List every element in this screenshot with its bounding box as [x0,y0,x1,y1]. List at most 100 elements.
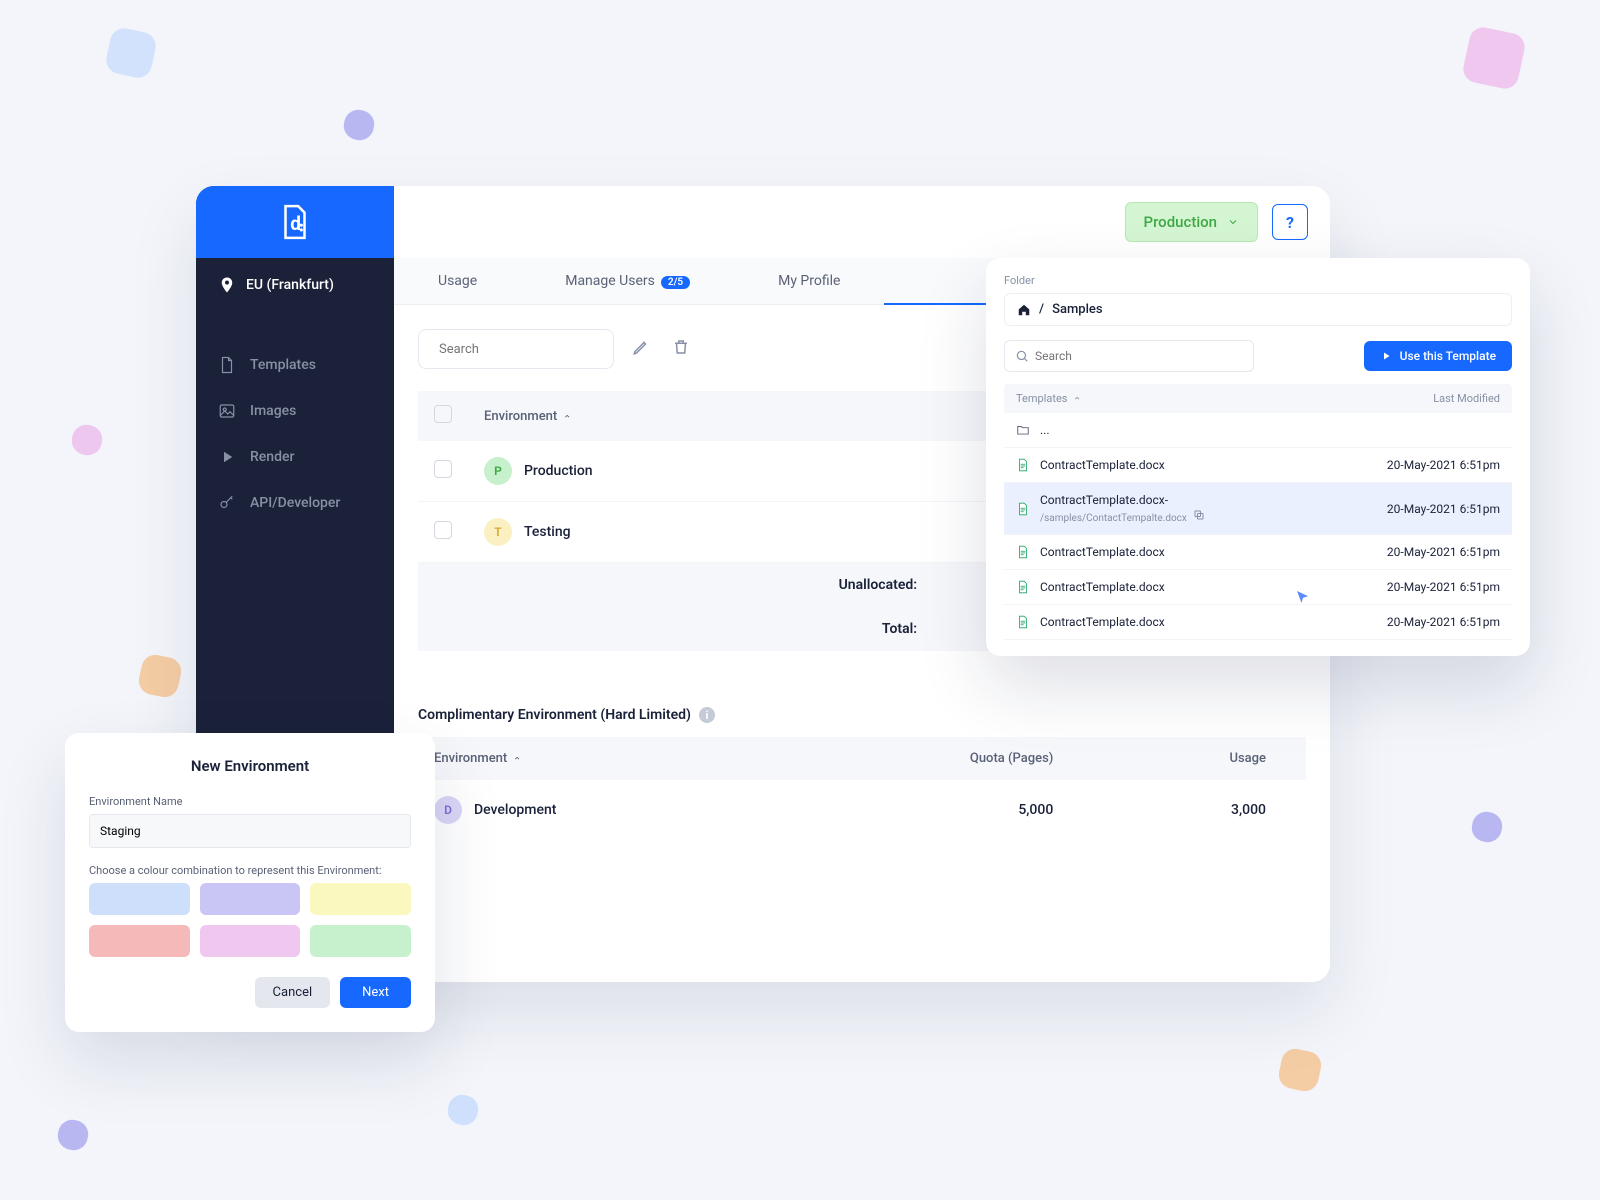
col-usage: Usage [1093,737,1306,780]
file-row[interactable]: ContractTemplate.docx- /samples/ContactTe… [1004,483,1512,535]
bg-shape [55,1117,91,1153]
region-selector[interactable]: EU (Frankfurt) [196,258,394,312]
topbar: Production ? [394,186,1330,258]
file-date: 20-May-2021 6:51pm [1387,502,1500,516]
tab-manage-users[interactable]: Manage Users2/5 [521,258,734,304]
file-row[interactable]: ContractTemplate.docx20-May-2021 6:51pm [1004,570,1512,605]
file-row[interactable]: ContractTemplate.docx 20-May-2021 6:51pm [1004,535,1512,570]
tab-badge: 2/5 [661,276,690,289]
row-checkbox[interactable] [434,521,452,539]
header-label: Environment [434,751,507,766]
col-environment[interactable]: Environment⌄ [468,391,933,441]
file-name: ContractTemplate.docx- [1040,493,1205,507]
popup-search-field[interactable] [1035,349,1243,363]
breadcrumb[interactable]: / Samples [1004,293,1512,326]
file-date: 20-May-2021 6:51pm [1387,615,1500,629]
pencil-icon [632,338,650,356]
help-button[interactable]: ? [1272,204,1308,240]
bg-shape [104,26,159,81]
col-environment[interactable]: Environment ⌄ [418,737,773,780]
select-all-checkbox[interactable] [434,405,452,423]
file-date: 20-May-2021 6:51pm [1387,458,1500,472]
file-row[interactable]: ContractTemplate.docx20-May-2021 6:51pm [1004,605,1512,640]
usage-value: 3,000 [1093,780,1306,840]
search-input[interactable] [418,329,614,369]
folder-label: Folder [1004,274,1512,287]
color-swatch[interactable] [310,925,411,957]
popup-toolbar: Use this Template [1004,340,1512,372]
file-icon [218,356,236,374]
sort-arrow-icon: ⌄ [513,754,521,765]
file-date: 20-May-2021 6:51pm [1387,545,1500,559]
sort-arrow-icon: ⌄ [563,412,571,423]
info-icon[interactable]: i [699,707,715,723]
image-icon [218,402,236,420]
new-environment-modal: New Environment Environment Name Choose … [65,733,435,1032]
modal-title: New Environment [89,757,411,775]
folder-up-row[interactable]: ... [1004,413,1512,448]
row-checkbox[interactable] [434,460,452,478]
list-header: Templates⌄ Last Modified [1004,384,1512,413]
env-avatar: D [434,796,462,824]
tab-my-profile[interactable]: My Profile [734,258,884,304]
modal-footer: Cancel Next [89,977,411,1008]
pin-icon [218,276,236,294]
home-icon [1017,303,1031,317]
color-swatch[interactable] [89,883,190,915]
file-path: /samples/ContactTempalte.docx [1040,509,1205,524]
color-swatch[interactable] [89,925,190,957]
file-row[interactable]: ContractTemplate.docx20-May-2021 6:51pm [1004,448,1512,483]
bg-shape [445,1092,481,1128]
nav-label: Templates [250,357,316,373]
nav-label: Render [250,449,294,465]
table-row[interactable]: DDevelopment 5,000 3,000 [418,780,1306,840]
delete-button[interactable] [672,338,694,360]
complimentary-table: Environment ⌄ Quota (Pages) Usage DDevelo… [418,737,1306,840]
file-name: ContractTemplate.docx [1040,545,1165,559]
col-modified: Last Modified [1433,392,1500,405]
copy-icon[interactable] [1193,509,1205,521]
nav-api[interactable]: API/Developer [196,480,394,526]
search-icon [1015,349,1029,363]
nav-list: Templates Images Render API/Developer [196,342,394,526]
col-templates[interactable]: Templates⌄ [1016,392,1082,405]
edit-button[interactable] [632,338,654,360]
popup-search[interactable] [1004,340,1254,372]
doc-icon [1016,458,1030,472]
env-avatar: T [484,518,512,546]
nav-label: API/Developer [250,495,340,511]
search-field[interactable] [439,342,605,357]
nav-images[interactable]: Images [196,388,394,434]
quota-value: 5,000 [773,780,1093,840]
bg-shape [1276,1046,1323,1093]
header-label: Quota (Pages) [970,751,1053,766]
play-icon [1380,350,1392,362]
region-label: EU (Frankfurt) [246,277,334,293]
environment-pill[interactable]: Production [1125,202,1259,242]
header-label: Usage [1229,751,1266,766]
next-button[interactable]: Next [340,977,411,1008]
folder-up-label: ... [1040,423,1050,437]
color-swatch[interactable] [310,883,411,915]
sort-arrow-icon: ⌄ [1073,394,1081,405]
folder-icon [1016,423,1030,437]
app-logo[interactable]: d [196,186,394,258]
key-icon [218,494,236,512]
section-title-label: Complimentary Environment (Hard Limited) [418,707,691,723]
nav-label: Images [250,403,296,419]
color-swatch[interactable] [200,925,301,957]
color-swatch[interactable] [200,883,301,915]
env-name-input[interactable] [89,814,411,848]
cancel-button[interactable]: Cancel [255,977,331,1008]
tab-usage[interactable]: Usage [394,258,521,304]
nav-templates[interactable]: Templates [196,342,394,388]
nav-render[interactable]: Render [196,434,394,480]
folder-popup: Folder / Samples Use this Template Templ… [986,258,1530,656]
breadcrumb-sep: / [1039,302,1044,317]
trash-icon [672,338,690,356]
use-template-button[interactable]: Use this Template [1364,341,1512,371]
button-label: Use this Template [1400,349,1496,363]
bg-shape [1469,809,1505,845]
environment-pill-label: Production [1144,213,1218,231]
tab-label: Usage [438,273,477,289]
